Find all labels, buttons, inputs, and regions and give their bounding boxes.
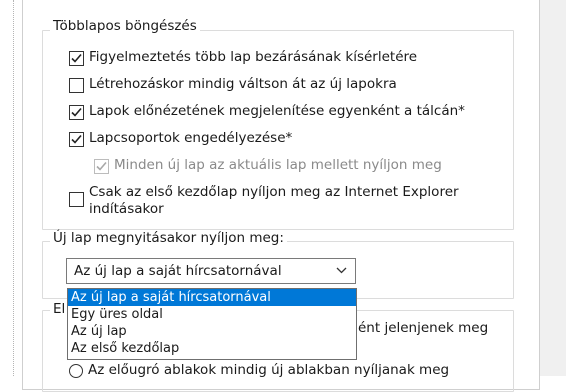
check-icon: [96, 161, 107, 171]
label-taskbar-previews: Lapok előnézetének megjelenítése egyenké…: [89, 103, 465, 119]
check-icon: [71, 53, 82, 63]
label-switch-to-new-tabs: Létrehozáskor mindig váltson át az új la…: [89, 76, 397, 92]
dropdown-option-new-tab[interactable]: Az új lap: [68, 323, 356, 340]
check-icon: [71, 107, 82, 117]
dropdown-option-news-feed[interactable]: Az új lap a saját hírcsatornával: [68, 289, 356, 306]
dropdown-option-first-home-page[interactable]: Az első kezdőlap: [68, 340, 356, 357]
dropdown-option-blank-page[interactable]: Egy üres oldal: [68, 306, 356, 323]
new-tab-dropdown-list: Az új lap a saját hírcsatornával Egy üre…: [67, 288, 357, 360]
popup-legend-partial: El: [50, 301, 69, 317]
label-first-home-page-only-line1: Csak az első kezdőlap nyíljon meg az Int…: [89, 184, 459, 200]
tabbed-browsing-legend: Többlapos böngészés: [50, 18, 200, 34]
checkbox-switch-to-new-tabs[interactable]: [69, 78, 84, 93]
new-tab-legend: Új lap megnyitásakor nyíljon meg:: [50, 230, 287, 246]
popup-hidden-row-tail: ént jelenjenek meg: [358, 320, 489, 336]
label-warn-close-multiple: Figyelmeztetés több lap bezárásának kísé…: [89, 49, 418, 65]
window-right-edge: [539, 0, 566, 376]
checkbox-open-next-to-current: [94, 159, 109, 174]
new-tab-dropdown[interactable]: Az új lap a saját hírcsatornával: [66, 258, 356, 284]
label-first-home-page-only-line2: indításakor: [89, 201, 164, 217]
label-tab-groups: Lapcsoportok engedélyezése*: [89, 130, 293, 146]
label-open-next-to-current: Minden új lap az aktuális lap mellett ny…: [114, 157, 442, 173]
check-icon: [71, 134, 82, 144]
chevron-down-icon: [336, 267, 347, 274]
background-window-edge: [0, 0, 14, 376]
checkbox-first-home-page-only[interactable]: [69, 192, 84, 207]
checkbox-taskbar-previews[interactable]: [69, 105, 84, 120]
checkbox-tab-groups[interactable]: [69, 132, 84, 147]
checkbox-warn-close-multiple[interactable]: [69, 51, 84, 66]
new-tab-dropdown-value: Az új lap a saját hírcsatornával: [74, 263, 282, 279]
